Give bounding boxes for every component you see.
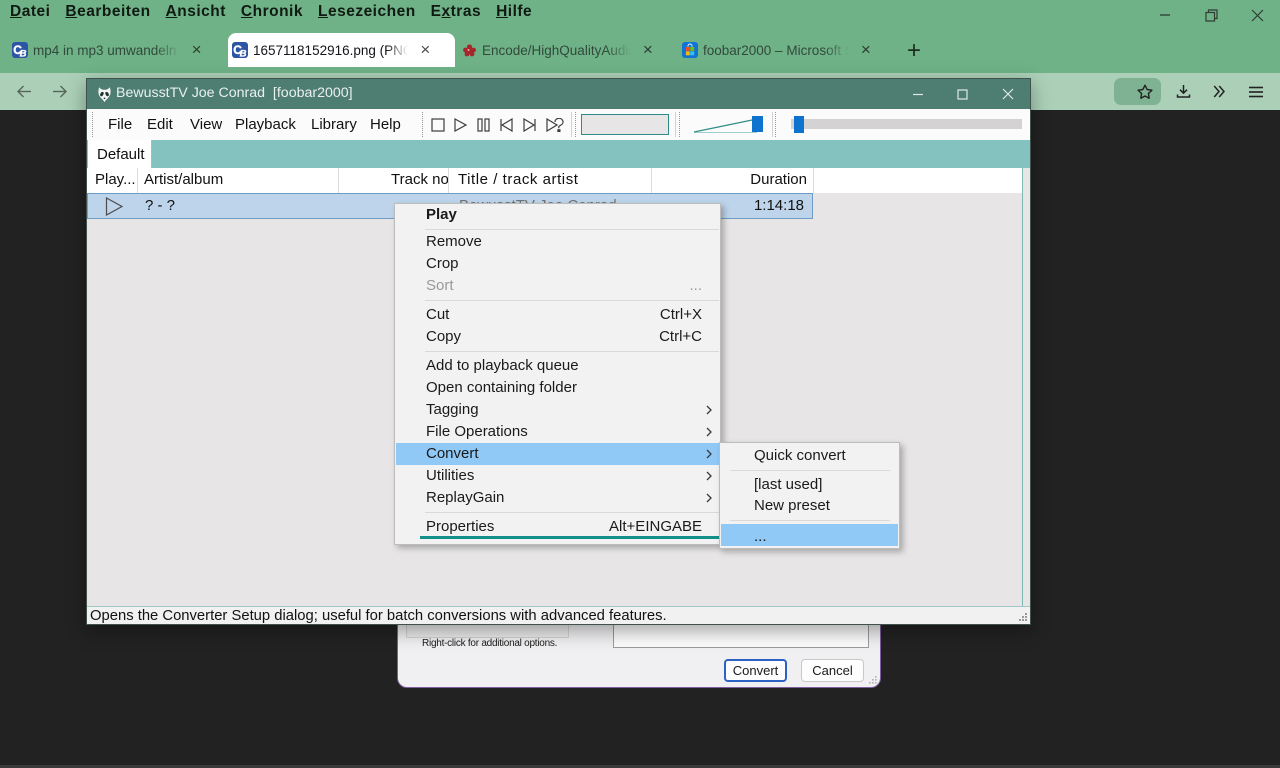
svg-text:B: B (240, 49, 247, 58)
svg-text:B: B (20, 49, 27, 58)
